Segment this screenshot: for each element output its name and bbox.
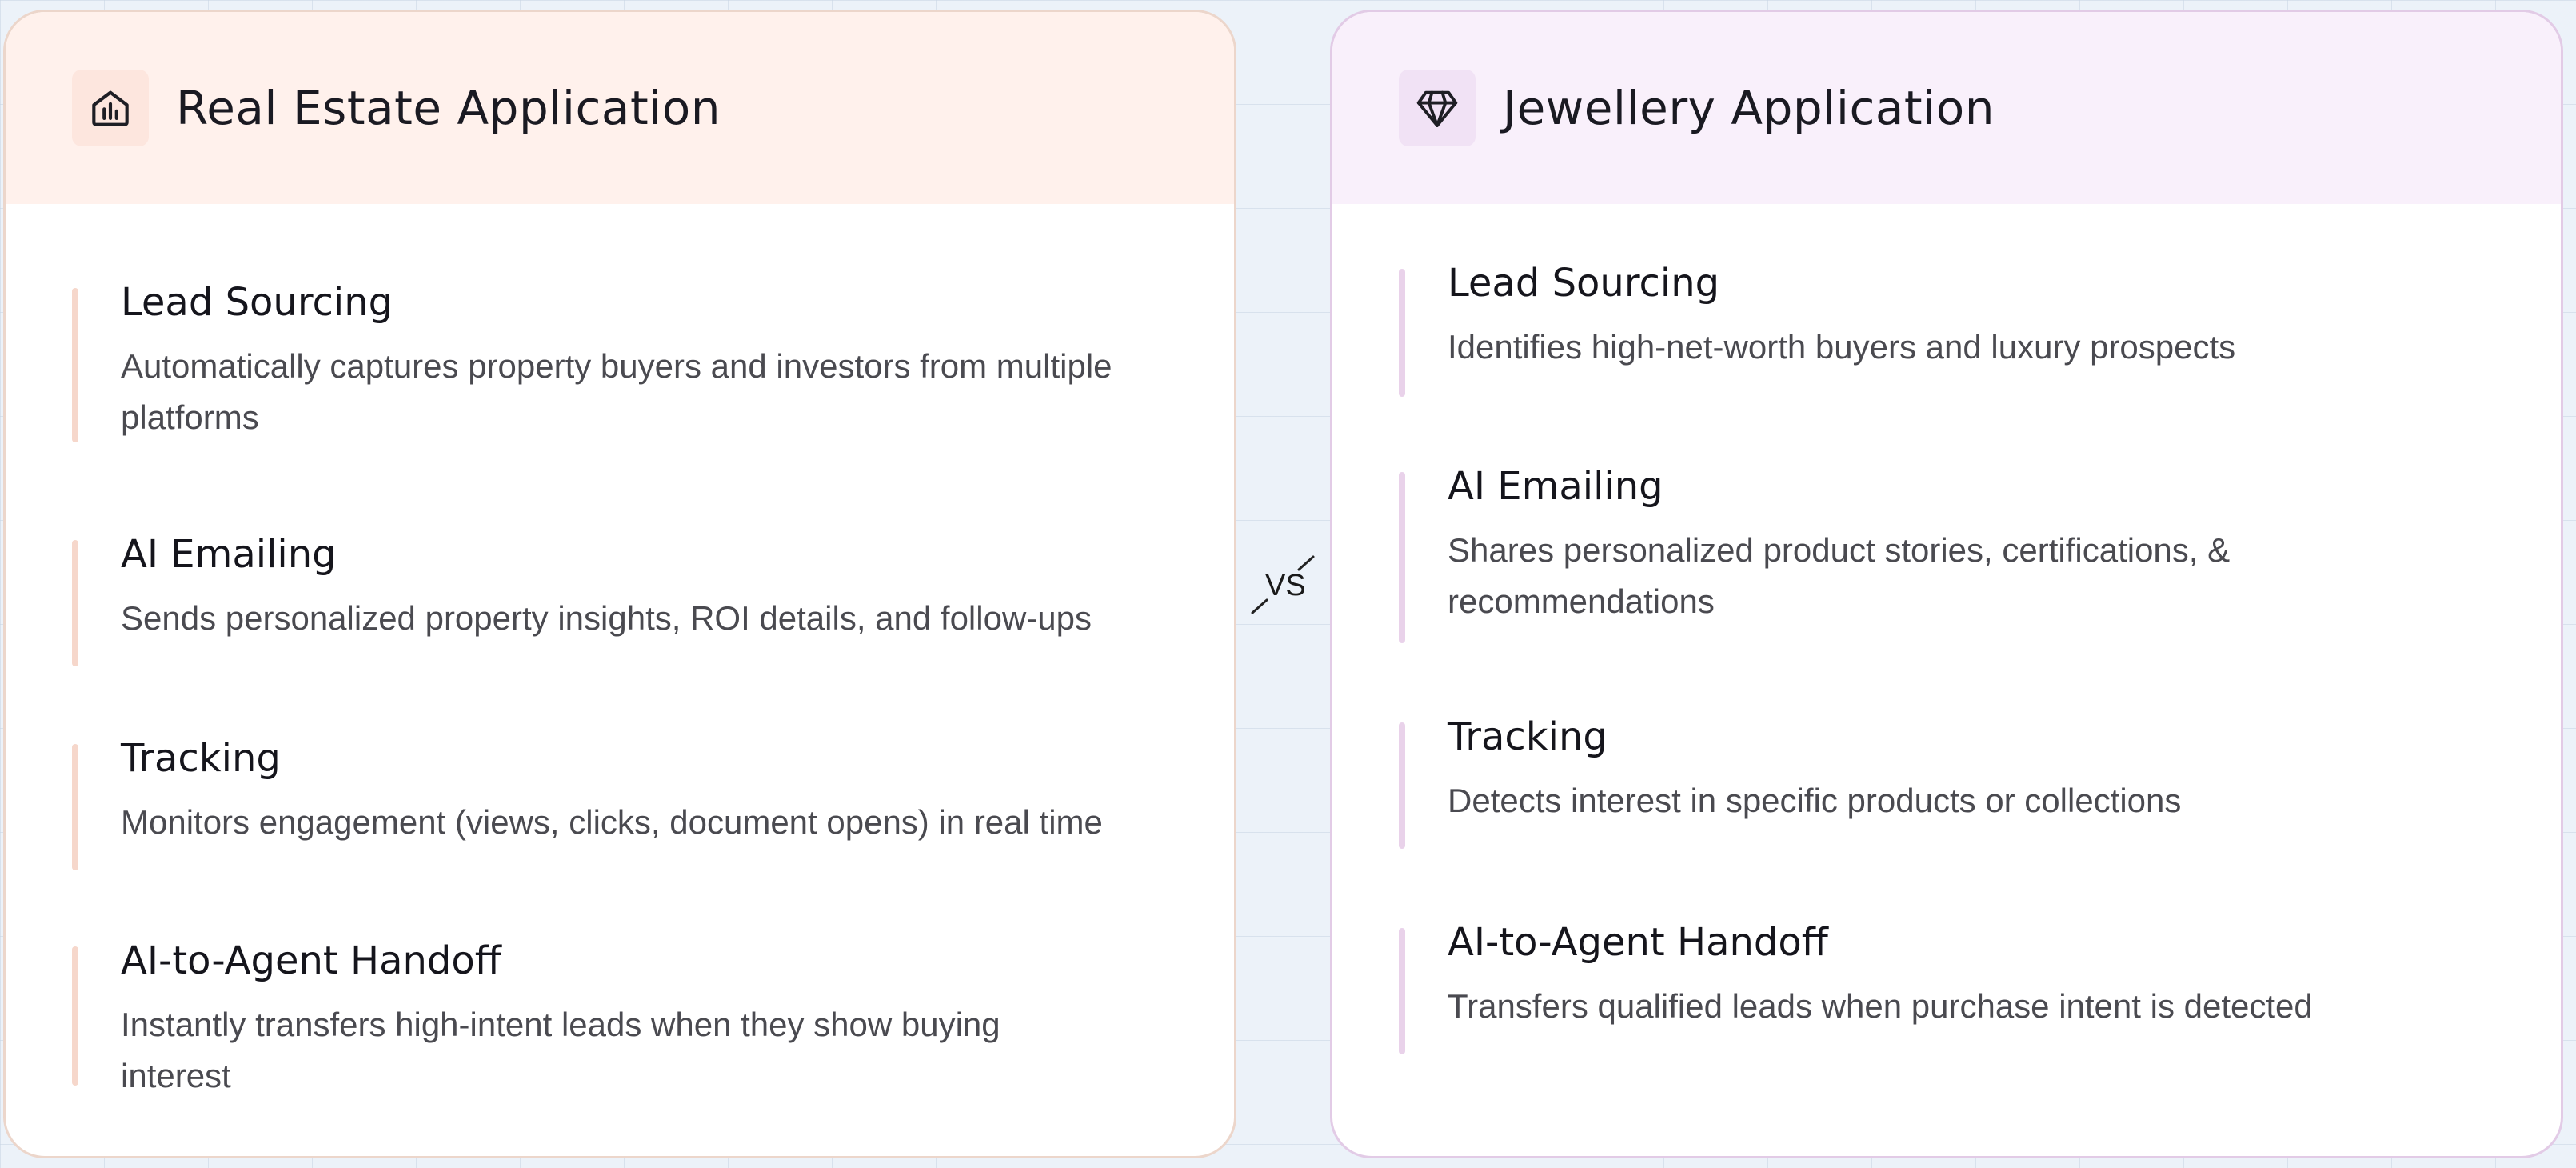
accent-bar	[72, 540, 78, 666]
accent-bar	[72, 288, 78, 442]
accent-bar	[72, 744, 78, 870]
feature-tracking: Tracking Detects interest in specific pr…	[1399, 714, 2537, 849]
feature-description: Automatically captures property buyers a…	[121, 347, 1112, 436]
feature-ai-emailing: AI Emailing Sends personalized property …	[72, 532, 1210, 666]
feature-description: Identifies high-net-worth buyers and lux…	[1448, 328, 2236, 366]
accent-bar	[1399, 269, 1405, 397]
feature-lead-sourcing: Lead Sourcing Automatically captures pro…	[72, 280, 1210, 442]
feature-title: AI-to-Agent Handoff	[1448, 920, 1828, 965]
vs-separator: VS	[1249, 552, 1316, 619]
feature-title: AI Emailing	[1448, 464, 1663, 509]
feature-description: Detects interest in specific products or…	[1448, 782, 2182, 819]
jewellery-card: Jewellery Application Lead Sourcing Iden…	[1330, 10, 2563, 1158]
real-estate-card: Real Estate Application Lead Sourcing Au…	[3, 10, 1236, 1158]
feature-ai-to-agent-handoff: AI-to-Agent Handoff Instantly transfers …	[72, 938, 1210, 1094]
feature-ai-to-agent-handoff: AI-to-Agent Handoff Transfers qualified …	[1399, 920, 2537, 1054]
accent-bar	[1399, 722, 1405, 849]
vs-label: VS	[1265, 569, 1306, 602]
feature-description: Instantly transfers high-intent leads wh…	[121, 1006, 1000, 1094]
accent-bar	[1399, 472, 1405, 643]
feature-description: Transfers qualified leads when purchase …	[1448, 987, 2313, 1025]
feature-description: Shares personalized product stories, cer…	[1448, 531, 2231, 620]
feature-title: AI-to-Agent Handoff	[121, 938, 501, 983]
card-header: Jewellery Application	[1332, 12, 2561, 204]
feature-description: Sends personalized property insights, RO…	[121, 599, 1092, 637]
feature-description: Monitors engagement (views, clicks, docu…	[121, 803, 1103, 841]
feature-title: Lead Sourcing	[1448, 261, 1720, 306]
feature-tracking: Tracking Monitors engagement (views, cli…	[72, 736, 1210, 870]
card-header: Real Estate Application	[6, 12, 1234, 204]
feature-title: Tracking	[1448, 714, 1608, 759]
house-chart-icon	[72, 70, 149, 146]
card-title: Real Estate Application	[176, 81, 721, 135]
feature-ai-emailing: AI Emailing Shares personalized product …	[1399, 464, 2537, 643]
feature-title: AI Emailing	[121, 532, 337, 577]
accent-bar	[1399, 928, 1405, 1054]
diamond-icon	[1399, 70, 1476, 146]
card-title: Jewellery Application	[1503, 81, 1995, 135]
feature-title: Lead Sourcing	[121, 280, 393, 325]
feature-lead-sourcing: Lead Sourcing Identifies high-net-worth …	[1399, 261, 2537, 397]
feature-title: Tracking	[121, 736, 281, 781]
accent-bar	[72, 946, 78, 1086]
